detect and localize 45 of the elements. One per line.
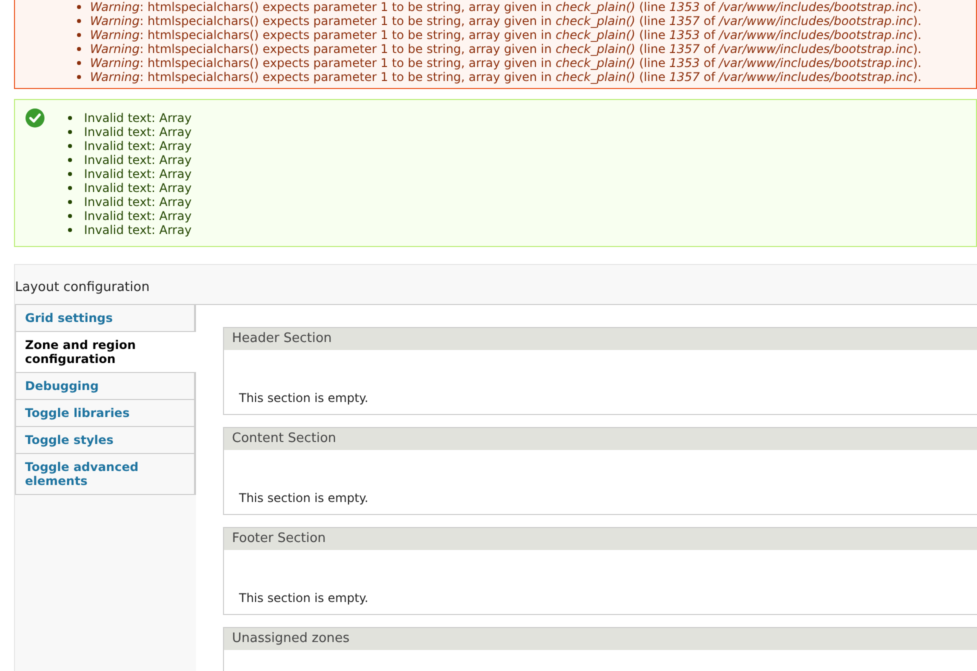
section-header: Header Section	[224, 328, 977, 350]
bullet-icon	[77, 33, 81, 37]
checkmark-icon	[25, 108, 45, 128]
bullet-icon	[68, 200, 72, 204]
vertical-tab[interactable]: Grid settings	[15, 304, 195, 332]
bullet-icon	[68, 172, 72, 176]
bullet-icon	[77, 47, 81, 51]
bullet-icon	[68, 130, 72, 134]
status-message: Invalid text: Array	[84, 195, 192, 209]
vertical-tab[interactable]: Toggle libraries	[15, 400, 195, 426]
warning-message: Warning: htmlspecialchars() expects parameter 1 to be string, array given in check_plain() (line 1353 of /var/www/includes/bootstrap.inc).	[90, 28, 922, 42]
status-message: Invalid text: Array	[84, 209, 192, 223]
section-header: Unassigned zones	[224, 628, 977, 650]
bullet-icon	[68, 158, 72, 162]
empty-section-text: This section is empty.	[239, 590, 368, 604]
warning-message: Warning: htmlspecialchars() expects parameter 1 to be string, array given in check_plain() (line 1357 of /var/www/includes/bootstrap.inc).	[90, 14, 922, 28]
status-message: Invalid text: Array	[84, 111, 192, 125]
status-message: Invalid text: Array	[84, 181, 192, 195]
status-message: Invalid text: Array	[84, 153, 192, 167]
bullet-icon	[68, 214, 72, 218]
vertical-tab[interactable]: Zone and region configuration	[15, 332, 196, 372]
warning-message: Warning: htmlspecialchars() expects parameter 1 to be string, array given in check_plain() (line 1353 of /var/www/includes/bootstrap.inc).	[90, 0, 922, 14]
status-message: Invalid text: Array	[84, 139, 192, 153]
status-message: Invalid text: Array	[84, 125, 192, 139]
vertical-tab[interactable]: Toggle advanced elements	[15, 454, 195, 494]
empty-section-text: This section is empty.	[239, 490, 368, 504]
bullet-icon	[77, 5, 81, 9]
warning-message: Warning: htmlspecialchars() expects parameter 1 to be string, array given in check_plain() (line 1357 of /var/www/includes/bootstrap.inc).	[90, 42, 922, 56]
vertical-tab[interactable]: Debugging	[15, 372, 195, 400]
bullet-icon	[77, 75, 81, 79]
bullet-icon	[68, 144, 72, 148]
section-header: Footer Section	[224, 528, 977, 550]
bullet-icon	[77, 19, 81, 23]
fieldset-legend: Layout configuration	[15, 280, 150, 295]
bullet-icon	[68, 228, 72, 232]
empty-section-text: This section is empty.	[239, 390, 368, 404]
status-message: Invalid text: Array	[84, 223, 192, 237]
warning-message: Warning: htmlspecialchars() expects parameter 1 to be string, array given in check_plain() (line 1353 of /var/www/includes/bootstrap.inc).	[90, 56, 922, 70]
vertical-tab[interactable]: Toggle styles	[15, 426, 195, 454]
bullet-icon	[77, 61, 81, 65]
warning-message: Warning: htmlspecialchars() expects parameter 1 to be string, array given in check_plain() (line 1357 of /var/www/includes/bootstrap.inc).	[90, 70, 922, 84]
section-header: Content Section	[224, 428, 977, 450]
status-message: Invalid text: Array	[84, 167, 192, 181]
bullet-icon	[68, 186, 72, 190]
bullet-icon	[68, 116, 72, 120]
